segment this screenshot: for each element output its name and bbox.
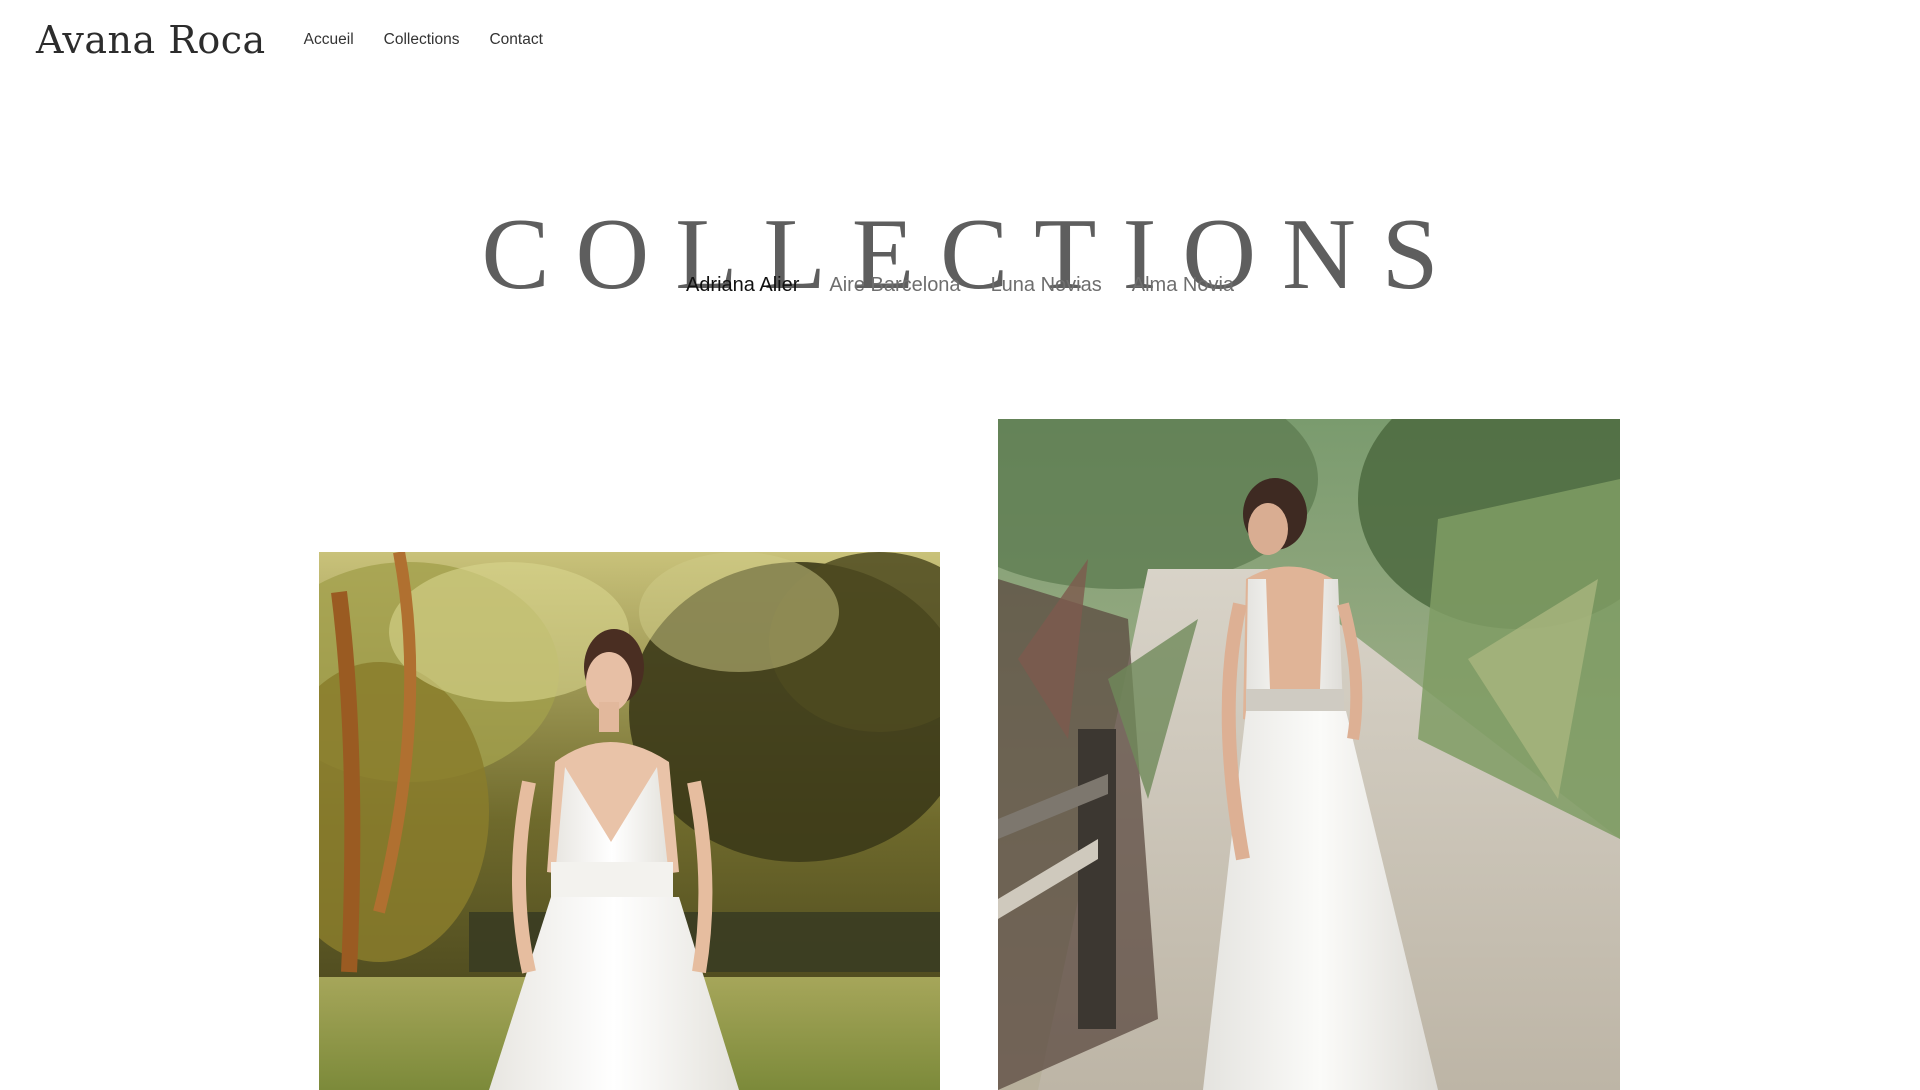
bride-on-boardwalk-photo [998,419,1620,1090]
nav-link-contact[interactable]: Contact [489,31,542,49]
bride-in-garden-photo [319,552,940,1090]
filter-tab-luna-novias[interactable]: Luna Novias [991,274,1102,297]
product-card-bride-garden[interactable] [319,552,940,1090]
filter-tab-adriana-alier[interactable]: Adriana Alier [686,274,799,297]
filter-tab-aire-barcelona[interactable]: Aire Barcelona [829,274,960,297]
nav-link-collections[interactable]: Collections [384,31,460,49]
nav-link-accueil[interactable]: Accueil [304,31,354,49]
collection-filter-tabs: Adriana Alier Aire Barcelona Luna Novias… [0,274,1920,297]
site-logo[interactable]: Avana Roca [36,18,266,62]
site-header: Avana Roca Accueil Collections Contact [36,14,573,66]
filter-tab-alma-novia[interactable]: Alma Novia [1132,274,1234,297]
product-card-bride-boardwalk[interactable] [998,419,1620,1090]
